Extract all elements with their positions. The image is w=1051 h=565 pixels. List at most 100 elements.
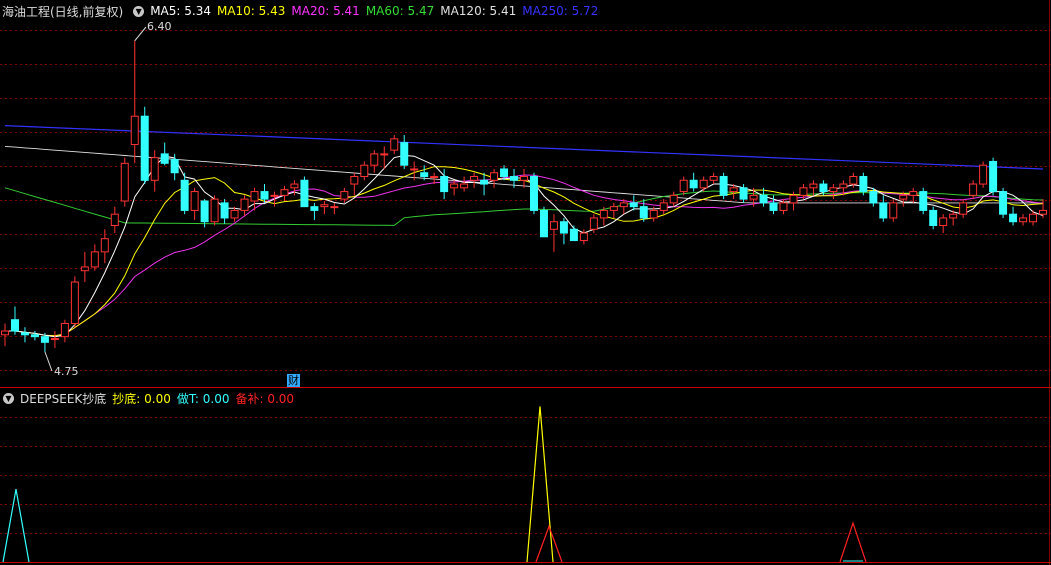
candle-body (220, 202, 229, 219)
chevron-down-icon[interactable]: ▼ (3, 392, 14, 404)
candle-body (310, 206, 319, 211)
high-price-label: 6.40 (147, 20, 172, 33)
candle-body (390, 138, 399, 151)
zuot-label: 做T: 0.00 (176, 391, 230, 406)
candle-body (350, 176, 359, 185)
candle-body (959, 202, 968, 215)
candle-body (649, 209, 658, 219)
stock-title[interactable]: 海油工程(日线,前复权) (2, 3, 123, 20)
candle-body (619, 202, 628, 208)
candle-body (989, 160, 998, 193)
candle-body (609, 206, 618, 211)
low-price-label: 4.75 (54, 365, 79, 378)
candle-body (1009, 213, 1018, 223)
ma20-line (5, 174, 1044, 337)
candle-body (869, 191, 878, 204)
candle-body (170, 159, 179, 174)
candle-body (1019, 217, 1028, 223)
candle-body (270, 194, 279, 197)
candle-body (829, 187, 838, 193)
candle-body (190, 191, 199, 211)
candle-body (719, 176, 728, 196)
candle-body (729, 187, 738, 193)
candle-body (929, 209, 938, 226)
high-marker (134, 26, 147, 42)
candle-body (320, 204, 329, 208)
candle-body (979, 164, 988, 185)
candle-body (699, 179, 708, 189)
candle-body (1039, 209, 1047, 215)
ma120-label: MA120: 5.41 (440, 4, 517, 18)
candle-body (330, 206, 339, 209)
candle-body (659, 202, 668, 211)
ma10-line (5, 166, 1044, 337)
candle-body (120, 162, 129, 202)
candle-body (809, 183, 818, 189)
candle-body (689, 179, 698, 189)
candle-body (10, 319, 19, 332)
candle-body (60, 322, 69, 338)
finance-badge[interactable]: 财 (287, 374, 300, 387)
candle-body (230, 209, 239, 219)
candle-body (200, 200, 209, 223)
candle-body (150, 157, 159, 181)
candle-body (559, 221, 568, 234)
candle-body (779, 202, 788, 211)
candle-body (260, 191, 269, 200)
candle-body (569, 228, 578, 242)
candle-body (629, 202, 638, 208)
candle-body (280, 189, 289, 196)
candle-body (799, 187, 808, 196)
candle-body (470, 176, 479, 181)
candle-body (969, 183, 978, 196)
candle-body (250, 191, 259, 202)
candle-body (579, 232, 588, 242)
candle-body (679, 179, 688, 193)
candle-body (539, 209, 548, 238)
candle-body (919, 191, 928, 211)
candle-body (240, 198, 249, 211)
candle-body (819, 183, 828, 193)
sub-panel-header: ▼ DEEPSEEK抄底 抄底: 0.00 做T: 0.00 备补: 0.00 (0, 389, 300, 407)
candle-body (899, 194, 908, 200)
kline-chart[interactable] (0, 0, 1051, 565)
candle-body (370, 153, 379, 166)
candle-body (140, 115, 149, 181)
candle-body (1029, 213, 1038, 223)
candle-body (849, 176, 858, 185)
candle-body (500, 168, 509, 178)
candle-body (749, 194, 758, 200)
candle-body (510, 176, 519, 181)
ma10-label: MA10: 5.43 (216, 4, 286, 18)
beibu-signal (839, 521, 867, 563)
candle-body (1, 330, 9, 336)
candle-body (669, 194, 678, 204)
candle-body (589, 217, 598, 230)
sub-indicator-title[interactable]: DEEPSEEK抄底 (20, 390, 106, 407)
candle-body (360, 164, 369, 178)
candle-body (879, 202, 888, 219)
candle-body (949, 213, 958, 219)
candle-body (290, 183, 299, 189)
main-panel-header: 海油工程(日线,前复权) ▼ MA5: 5.34 MA10: 5.43 MA20… (0, 2, 604, 20)
beibu-signal (535, 524, 563, 563)
candle-body (739, 187, 748, 200)
candle-body (20, 332, 29, 336)
candle-body (160, 153, 169, 164)
candle-body (180, 179, 189, 211)
chaodi-label: 抄底: 0.00 (112, 391, 171, 406)
candle-body (839, 183, 848, 189)
candle-body (520, 176, 528, 181)
ma5-label: MA5: 5.34 (150, 4, 211, 18)
candle-body (90, 251, 99, 268)
candle-body (80, 266, 89, 272)
candle-body (450, 183, 459, 189)
candle-body (30, 334, 39, 338)
candle-body (939, 217, 948, 226)
candle-body (709, 176, 718, 181)
candle-body (420, 172, 429, 178)
candle-body (380, 153, 389, 156)
chevron-down-icon[interactable]: ▼ (133, 5, 145, 17)
candle-body (50, 338, 59, 341)
candle-body (859, 176, 868, 193)
